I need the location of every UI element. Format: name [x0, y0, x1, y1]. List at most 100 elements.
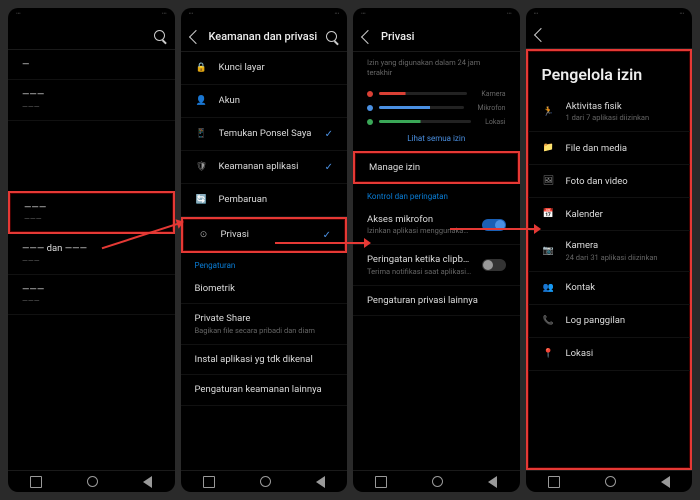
nav-bar: [526, 470, 693, 492]
nav-bar: [8, 470, 175, 492]
usage-bar: [379, 106, 464, 109]
toggle-item[interactable]: Peringatan ketika clipboard diaksesTerim…: [353, 245, 520, 285]
usage-row: Kamera: [367, 90, 506, 98]
section-label: Pengaturan: [181, 253, 348, 274]
list-item[interactable]: Biometrik: [181, 274, 348, 304]
permission-item[interactable]: 📍 Lokasi: [528, 338, 691, 371]
back-icon[interactable]: [361, 29, 375, 43]
search-icon[interactable]: [326, 31, 337, 42]
content: Izin yang digunakan dalam 24 jam terakhi…: [353, 52, 520, 470]
camera-icon: 📷: [542, 244, 556, 258]
usage-description: Izin yang digunakan dalam 24 jam terakhi…: [353, 52, 520, 84]
contacts-icon: 👥: [542, 281, 556, 295]
permission-item[interactable]: 🏃 Aktivitas fisik1 dari 7 aplikasi diizi…: [528, 92, 691, 132]
usage-bar: [379, 92, 467, 95]
toggle-switch[interactable]: [482, 259, 506, 271]
permission-item[interactable]: 📞 Log panggilan: [528, 305, 691, 338]
more-privacy-settings[interactable]: Pengaturan privasi lainnya: [353, 286, 520, 316]
nav-recents-icon[interactable]: [375, 476, 387, 488]
usage-label: Kamera: [481, 90, 505, 98]
calllog-icon: 📞: [542, 314, 556, 328]
list-item[interactable]: —: [8, 50, 175, 80]
permission-item[interactable]: 📅 Kalender: [528, 198, 691, 231]
content: Pengelola izin 🏃 Aktivitas fisik1 dari 7…: [526, 49, 693, 470]
phone-security-privacy: ······ Keamanan dan privasi 🔒 Kunci laya…: [181, 8, 348, 492]
nav-back-icon[interactable]: [316, 476, 325, 488]
page-title: Pengelola izin: [528, 51, 691, 92]
nav-home-icon[interactable]: [432, 476, 443, 487]
usage-bar: [379, 120, 471, 123]
nav-home-icon[interactable]: [260, 476, 271, 487]
content: 🔒 Kunci layar 👤 Akun 📱 Temukan Ponsel Sa…: [181, 52, 348, 470]
status-bar: ······: [181, 8, 348, 22]
list-item[interactable]: Pengaturan keamanan lainnya: [181, 375, 348, 405]
permission-item[interactable]: 📷 Kamera24 dari 31 aplikasi diizinkan: [528, 231, 691, 271]
list-item[interactable]: 👤 Akun: [181, 85, 348, 118]
list-item[interactable]: 🛡 Keamanan aplikasi ✓: [181, 151, 348, 184]
check-icon: ✓: [325, 162, 333, 173]
update-icon: 🔄: [195, 193, 209, 207]
settings-security-privacy[interactable]: ——— ———: [8, 191, 175, 234]
phone-permission-manager: ······ Pengelola izin 🏃 Aktivitas fisik1…: [526, 8, 693, 492]
privacy-icon: ⊙: [197, 228, 211, 242]
phone-privacy: ······ Privasi Izin yang digunakan dalam…: [353, 8, 520, 492]
nav-bar: [353, 470, 520, 492]
list-item[interactable]: 🔄 Pembaruan: [181, 184, 348, 217]
manage-permissions-item[interactable]: Manage izin: [353, 151, 520, 184]
photos-icon: 🖼: [542, 174, 556, 188]
header: [526, 22, 693, 49]
list-item[interactable]: ——— ———: [8, 80, 175, 120]
header: Keamanan dan privasi: [181, 22, 348, 52]
section-label: Kontrol dan peringatan: [353, 184, 520, 205]
location-icon: 📍: [542, 347, 556, 361]
usage-label: Lokasi: [485, 118, 505, 126]
usage-row: Mikrofon: [367, 104, 506, 112]
permission-item[interactable]: 👥 Kontak: [528, 272, 691, 305]
usage-dot: [367, 119, 373, 125]
nav-back-icon[interactable]: [143, 476, 152, 488]
toggle-item[interactable]: Akses mikrofonIzinkan aplikasi menggunak…: [353, 205, 520, 245]
permission-item[interactable]: 🖼 Foto dan video: [528, 165, 691, 198]
back-icon[interactable]: [533, 28, 547, 42]
phone-settings-root: ······ — ——— ——— ——— ——— ——— dan ——— ———: [8, 8, 175, 492]
search-phone-icon: 📱: [195, 127, 209, 141]
activity-icon: 🏃: [542, 105, 556, 119]
list-item[interactable]: Private ShareBagikan file secara pribadi…: [181, 304, 348, 344]
page-title: Keamanan dan privasi: [209, 30, 319, 43]
list-item[interactable]: ——— ———: [8, 275, 175, 315]
user-icon: 👤: [195, 94, 209, 108]
usage-dot: [367, 91, 373, 97]
privacy-item[interactable]: ⊙ Privasi ✓: [181, 217, 348, 253]
check-icon: ✓: [325, 129, 333, 140]
usage-dot: [367, 105, 373, 111]
page-title: Privasi: [381, 30, 510, 43]
header: [8, 22, 175, 50]
usage-label: Mikrofon: [478, 104, 506, 112]
lock-icon: 🔒: [195, 61, 209, 75]
search-icon[interactable]: [154, 30, 165, 41]
nav-recents-icon[interactable]: [203, 476, 215, 488]
nav-bar: [181, 470, 348, 492]
list-item[interactable]: 📱 Temukan Ponsel Saya ✓: [181, 118, 348, 151]
list-item[interactable]: ——— dan ——— ———: [8, 234, 175, 274]
header: Privasi: [353, 22, 520, 52]
permission-usage-chart: Kamera Mikrofon Lokasi: [367, 90, 506, 126]
check-icon: ✓: [323, 230, 331, 241]
nav-home-icon[interactable]: [87, 476, 98, 487]
nav-back-icon[interactable]: [661, 476, 670, 488]
usage-row: Lokasi: [367, 118, 506, 126]
view-all-permissions-link[interactable]: Lihat semua izin: [353, 132, 520, 151]
toggle-switch[interactable]: [482, 219, 506, 231]
status-bar: ······: [8, 8, 175, 22]
list-item[interactable]: Instal aplikasi yg tdk dikenal: [181, 345, 348, 375]
nav-recents-icon[interactable]: [548, 476, 560, 488]
permission-item[interactable]: 📁 File dan media: [528, 132, 691, 165]
status-bar: ······: [353, 8, 520, 22]
status-bar: ······: [526, 8, 693, 22]
list-item[interactable]: 🔒 Kunci layar: [181, 52, 348, 85]
back-icon[interactable]: [188, 29, 202, 43]
nav-home-icon[interactable]: [605, 476, 616, 487]
nav-recents-icon[interactable]: [30, 476, 42, 488]
shield-icon: 🛡: [195, 160, 209, 174]
nav-back-icon[interactable]: [488, 476, 497, 488]
